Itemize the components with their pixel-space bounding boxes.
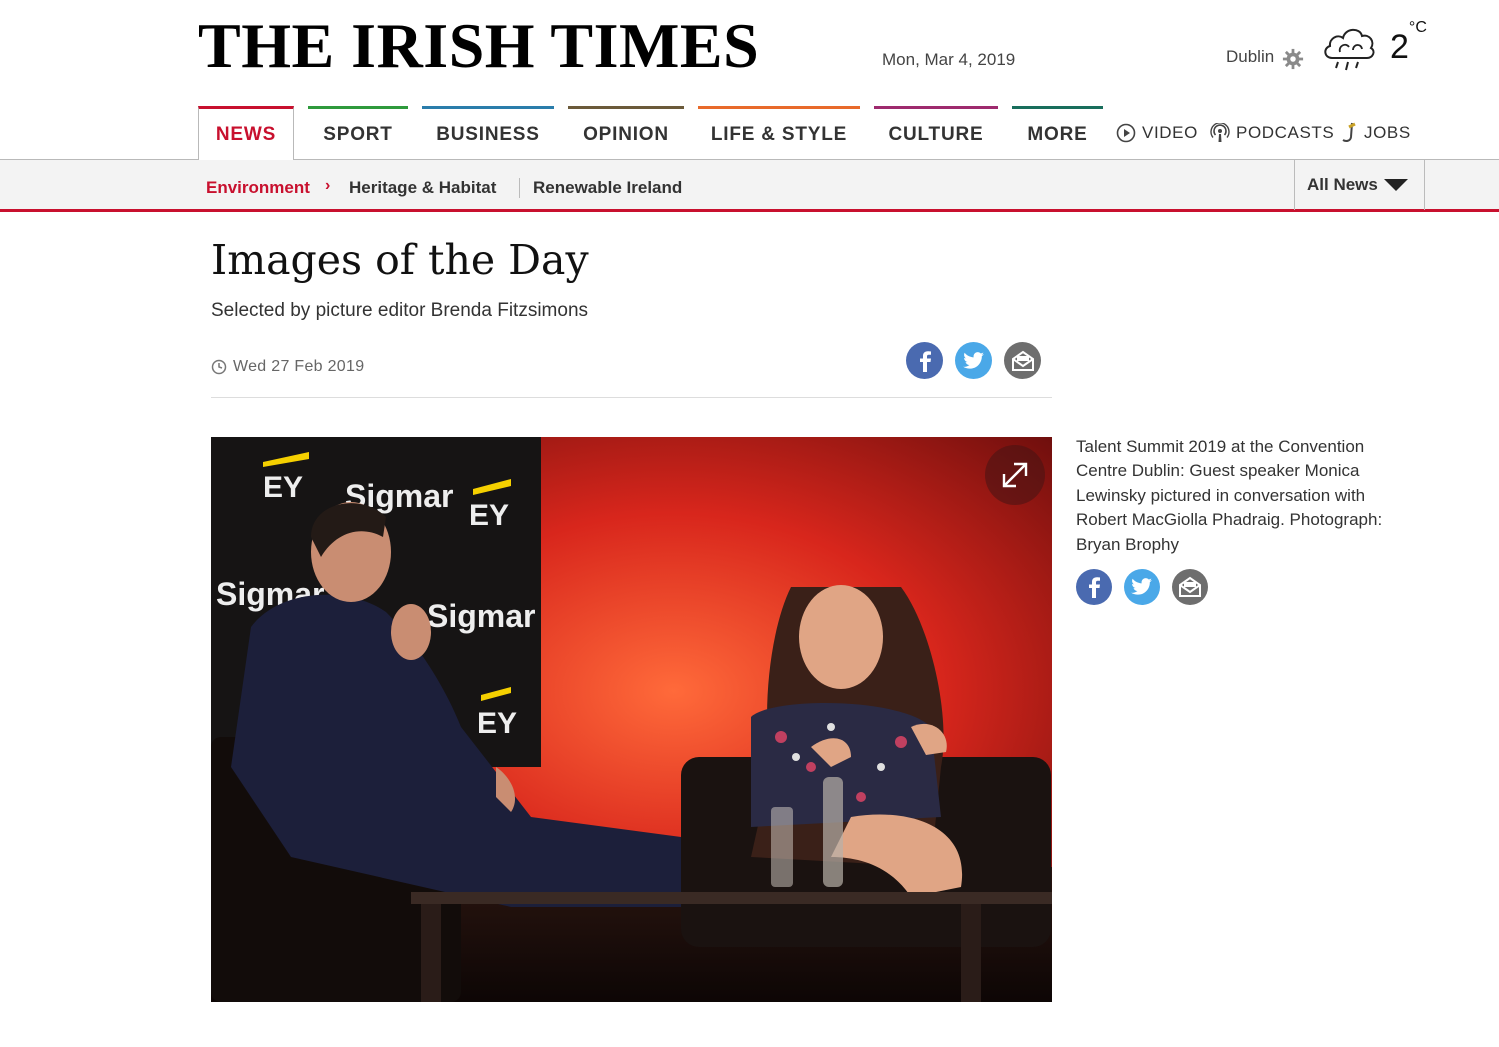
twitter-icon bbox=[962, 351, 984, 369]
cloud-rain-icon bbox=[1324, 28, 1375, 71]
expand-icon bbox=[1002, 462, 1028, 488]
twitter-icon bbox=[1131, 578, 1152, 595]
all-news-label: All News bbox=[1307, 175, 1378, 194]
gear-icon[interactable] bbox=[1282, 48, 1304, 70]
nav-podcasts-label: PODCASTS bbox=[1236, 123, 1335, 142]
email-share-button-2[interactable] bbox=[1172, 569, 1208, 605]
nav-jobs[interactable]: JOBS bbox=[1340, 106, 1411, 160]
article-subtitle: Selected by picture editor Brenda Fitzsi… bbox=[211, 300, 589, 321]
jobs-icon bbox=[1342, 122, 1356, 142]
nav-life-style[interactable]: LIFE & STYLE bbox=[698, 106, 860, 160]
backdrop-logo-ey-3: EY bbox=[477, 707, 517, 740]
masthead: THE IRISH TIMES Mon, Mar 4, 2019 Dublin … bbox=[0, 0, 1499, 106]
site-logo[interactable]: THE IRISH TIMES bbox=[198, 10, 759, 82]
publish-date-text: Wed 27 Feb 2019 bbox=[233, 358, 365, 375]
backdrop-logo-ey-2: EY bbox=[469, 499, 509, 532]
email-share-button[interactable] bbox=[1004, 342, 1041, 379]
backdrop-logo-ey: EY bbox=[263, 471, 303, 504]
photo-scene: EY Sigmar EY Sigmar Sigmar EY bbox=[211, 437, 1052, 1002]
current-date: Mon, Mar 4, 2019 bbox=[882, 50, 1016, 69]
share-bar-caption bbox=[1076, 569, 1208, 605]
page-title: Images of the Day bbox=[211, 236, 589, 284]
temperature: 2°C bbox=[1390, 18, 1427, 66]
nav-culture[interactable]: CULTURE bbox=[874, 106, 998, 160]
nav-more[interactable]: MORE bbox=[1012, 106, 1103, 160]
facebook-share-button[interactable] bbox=[906, 342, 943, 379]
all-news-dropdown[interactable]: All News bbox=[1294, 160, 1425, 210]
nav-video-label: VIDEO bbox=[1142, 123, 1198, 142]
photo-caption: Talent Summit 2019 at the Convention Cen… bbox=[1076, 437, 1383, 554]
share-bar-top bbox=[906, 342, 1041, 379]
caret-down-icon bbox=[1383, 179, 1408, 191]
nav-news[interactable]: NEWS bbox=[198, 106, 294, 161]
backdrop-logo-sigmar-3: Sigmar bbox=[427, 598, 535, 634]
nav-video[interactable]: VIDEO bbox=[1116, 106, 1198, 160]
subnav-divider bbox=[519, 178, 520, 198]
primary-nav: NEWS SPORT BUSINESS OPINION LIFE & STYLE… bbox=[0, 106, 1499, 161]
facebook-icon bbox=[919, 350, 931, 372]
nav-jobs-label: JOBS bbox=[1364, 123, 1411, 142]
subnav-renewable-ireland[interactable]: Renewable Ireland bbox=[533, 178, 682, 198]
temperature-unit: °C bbox=[1408, 18, 1427, 36]
nav-business[interactable]: BUSINESS bbox=[422, 106, 554, 160]
article-photo[interactable]: EY Sigmar EY Sigmar Sigmar EY bbox=[211, 437, 1052, 1002]
twitter-share-button[interactable] bbox=[955, 342, 992, 379]
section-subnav: Environment › Heritage & Habitat Renewab… bbox=[0, 160, 1499, 212]
expand-photo-button[interactable] bbox=[985, 445, 1045, 505]
subnav-environment[interactable]: Environment bbox=[206, 178, 310, 198]
podcast-icon bbox=[1210, 123, 1230, 142]
clock-icon bbox=[211, 359, 227, 375]
email-icon bbox=[1011, 350, 1034, 371]
facebook-icon bbox=[1089, 577, 1100, 598]
nav-podcasts[interactable]: PODCASTS bbox=[1210, 106, 1334, 160]
chevron-right-icon: › bbox=[325, 177, 331, 194]
subnav-heritage-habitat[interactable]: Heritage & Habitat bbox=[349, 178, 496, 198]
twitter-share-button-2[interactable] bbox=[1124, 569, 1160, 605]
nav-sport[interactable]: SPORT bbox=[308, 106, 408, 160]
play-circle-icon bbox=[1116, 123, 1136, 143]
email-icon bbox=[1179, 576, 1201, 597]
weather-location[interactable]: Dublin bbox=[1226, 47, 1274, 67]
header-divider bbox=[211, 397, 1052, 398]
publish-date: Wed 27 Feb 2019 bbox=[211, 358, 364, 376]
facebook-share-button-2[interactable] bbox=[1076, 569, 1112, 605]
nav-opinion[interactable]: OPINION bbox=[568, 106, 684, 160]
